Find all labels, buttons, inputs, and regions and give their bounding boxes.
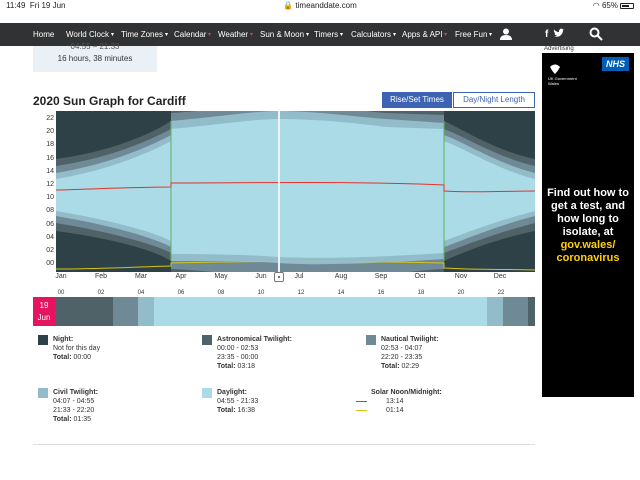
nav-item-timers[interactable]: Timers <box>314 30 338 39</box>
hour-label: 20 <box>457 290 465 296</box>
nav-item-time-zones[interactable]: Time Zones <box>121 30 163 39</box>
dropdown-arrow-icon: ▾ <box>208 32 212 38</box>
y-axis-label: 06 <box>46 220 54 228</box>
dropdown-arrow-icon: ▾ <box>306 32 310 38</box>
wifi-icon: ◠ <box>592 1 600 10</box>
month-label: Sep <box>374 273 388 280</box>
dropdown-arrow-icon: ▾ <box>165 32 169 38</box>
dropdown-arrow-icon: ▾ <box>444 32 448 38</box>
month-label: Nov <box>454 273 468 280</box>
date-slider-handle-icon[interactable] <box>274 272 284 282</box>
month-label: Feb <box>94 273 108 280</box>
month-label: Jul <box>294 273 304 280</box>
date-badge: 19 Jun <box>33 297 55 326</box>
search-icon[interactable] <box>589 27 603 43</box>
hour-label: 04 <box>137 290 145 296</box>
nav-item-calculators[interactable]: Calculators <box>351 30 391 39</box>
tab-day-night-length[interactable]: Day/Night Length <box>453 92 535 108</box>
ad-banner[interactable]: UK Government Wales NHS Find out how to … <box>542 53 634 397</box>
sun-graph[interactable] <box>56 111 535 272</box>
legend-line-noon <box>356 401 367 402</box>
legend-solar-noon: Solar Noon/Midnight: 13:14 01:14 <box>356 388 442 415</box>
status-bar: 11:49 Fri 19 Jun 🔒 timeanddate.com ◠ 65% <box>0 0 640 12</box>
divider <box>33 444 535 445</box>
nav-item-weather[interactable]: Weather <box>218 30 248 39</box>
y-axis-label: 14 <box>46 167 54 175</box>
battery-icon <box>620 2 634 9</box>
nav-item-sun-moon[interactable]: Sun & Moon <box>260 30 304 39</box>
user-icon[interactable] <box>500 28 512 42</box>
legend-swatch-nautical <box>366 335 376 345</box>
facebook-icon[interactable]: f <box>545 29 548 40</box>
hour-label: 06 <box>177 290 185 296</box>
y-axis-label: 12 <box>46 181 54 188</box>
section-title: 2020 Sun Graph for Cardiff <box>33 94 186 108</box>
month-label: Jan <box>55 273 67 280</box>
twitter-icon[interactable] <box>553 28 565 41</box>
hour-label: 02 <box>97 290 105 296</box>
ad-link[interactable]: gov.wales/ coronavirus <box>542 239 634 265</box>
y-axis-label: 20 <box>46 128 54 136</box>
ad-message: Find out how to get a test, and how long… <box>542 187 634 265</box>
day-timeline-bar[interactable] <box>55 297 535 326</box>
dropdown-arrow-icon: ▾ <box>250 32 254 38</box>
month-label: Dec <box>493 273 507 280</box>
y-axis-label: 18 <box>46 141 54 149</box>
ad-label: Advertising <box>544 46 574 52</box>
legend-night: Night: Not for this day Total: 00:00 <box>38 335 100 362</box>
nhs-logo: NHS <box>602 57 629 71</box>
hour-label: 12 <box>297 290 305 296</box>
hour-label: 16 <box>377 290 385 296</box>
battery-indicator: ◠ 65% <box>593 1 634 10</box>
gov-wales-logo: UK Government Wales <box>548 61 582 86</box>
nav-item-world-clock[interactable]: World Clock <box>66 30 109 39</box>
nav-item-home[interactable]: Home <box>33 30 54 39</box>
month-label: Mar <box>134 273 148 280</box>
url-bar[interactable]: 🔒 timeanddate.com <box>0 1 640 10</box>
legend-swatch-night <box>38 335 48 345</box>
month-label: Apr <box>175 273 187 280</box>
month-label: Aug <box>334 273 348 280</box>
month-label: Oct <box>414 273 426 280</box>
dropdown-arrow-icon: ▾ <box>393 32 397 38</box>
hour-label: 08 <box>217 290 225 296</box>
y-axis-label: 08 <box>46 207 54 215</box>
tab-rise-set-times[interactable]: Rise/Set Times <box>382 92 452 108</box>
dropdown-arrow-icon: ▾ <box>111 32 115 38</box>
legend-line-midnight <box>356 410 367 411</box>
dropdown-arrow-icon: ▾ <box>489 32 493 38</box>
hour-label: 22 <box>497 290 505 296</box>
month-label: Jun <box>255 273 267 280</box>
hour-label: 18 <box>417 290 425 296</box>
y-axis-label: 04 <box>46 233 54 241</box>
legend-civil: Civil Twilight: 04:07 - 04:55 21:33 - 22… <box>38 388 98 424</box>
hour-label: 10 <box>257 290 265 296</box>
hour-label: 00 <box>57 290 65 296</box>
dropdown-arrow-icon: ▾ <box>340 32 344 38</box>
y-axis-label: 00 <box>46 260 54 268</box>
y-axis-label: 10 <box>46 194 54 202</box>
nav-item-free-fun[interactable]: Free Fun <box>455 30 487 39</box>
hour-label: 14 <box>337 290 345 296</box>
legend-swatch-daylight <box>202 388 212 398</box>
y-axis-label: 22 <box>46 115 54 122</box>
legend-nautical: Nautical Twilight: 02:53 - 04:07 22:20 -… <box>366 335 438 371</box>
legend-swatch-civil <box>38 388 48 398</box>
nav-item-calendar[interactable]: Calendar <box>174 30 206 39</box>
legend-swatch-astronomical <box>202 335 212 345</box>
y-axis-label: 16 <box>46 154 54 162</box>
y-axis-label: 02 <box>46 247 54 254</box>
legend-astronomical: Astronomical Twilight: 00:00 - 02:53 23:… <box>202 335 292 371</box>
day-length-summary: 04:55 – 21:33 16 hours, 38 minutes <box>33 42 157 72</box>
legend-daylight: Daylight: 04:55 - 21:33 Total: 16:38 <box>202 388 258 415</box>
nav-item-apps-api[interactable]: Apps & API <box>402 30 442 39</box>
month-label: May <box>214 273 228 280</box>
